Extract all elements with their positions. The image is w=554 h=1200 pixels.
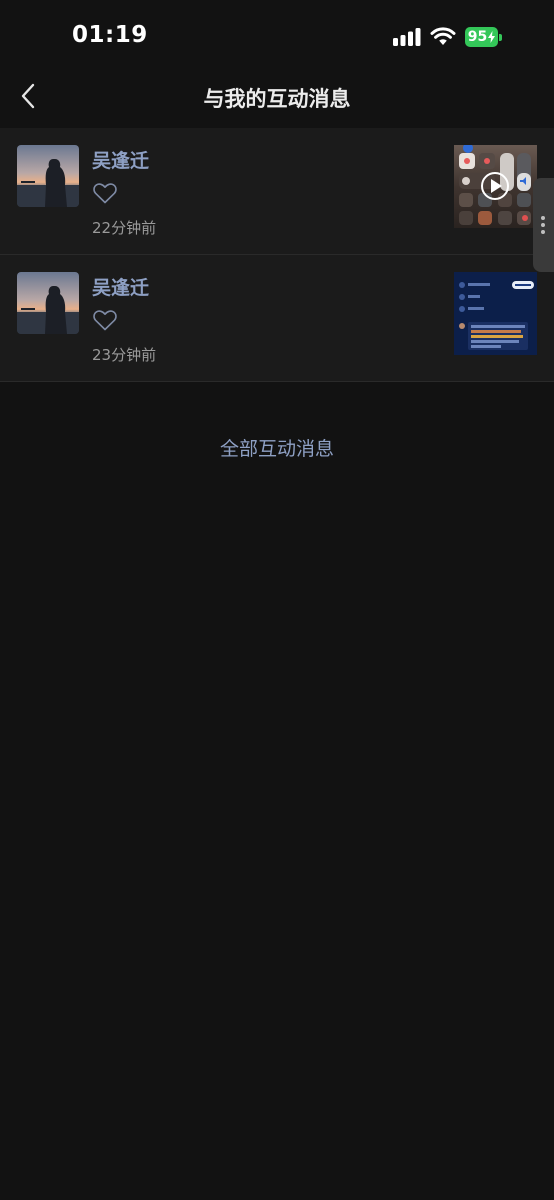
- status-time: 01:19: [72, 22, 148, 48]
- handle-dot: [541, 230, 545, 234]
- user-name[interactable]: 吴逢迁: [92, 273, 149, 300]
- heart-icon: [93, 310, 117, 331]
- nav-bar: 与我的互动消息: [0, 66, 554, 129]
- image-thumbnail[interactable]: [454, 272, 537, 355]
- page-title: 与我的互动消息: [203, 87, 351, 111]
- list-item[interactable]: 吴逢迁 23分钟前: [0, 255, 554, 382]
- handle-dot: [541, 223, 545, 227]
- wifi-icon: [430, 27, 456, 45]
- message-list: 吴逢迁 22分钟前 吴逢迁 23分钟前: [0, 128, 554, 382]
- timestamp: 22分钟前: [92, 219, 157, 237]
- battery-level: 95: [465, 27, 498, 47]
- battery-percent: 95: [467, 29, 488, 45]
- status-bar: 01:19 95: [0, 0, 554, 66]
- list-item[interactable]: 吴逢迁 22分钟前: [0, 128, 554, 255]
- thumbnail-image: [454, 272, 537, 355]
- avatar[interactable]: [17, 145, 79, 207]
- all-interactions-link[interactable]: 全部互动消息: [0, 434, 554, 461]
- battery-cap: [499, 34, 502, 41]
- avatar-photo: [17, 145, 79, 207]
- charging-bolt-icon: [488, 31, 496, 43]
- thumbnail-image: [454, 145, 537, 228]
- battery-indicator: 95: [465, 27, 503, 47]
- user-name[interactable]: 吴逢迁: [92, 146, 149, 173]
- avatar-photo: [17, 272, 79, 334]
- side-drawer-handle[interactable]: [533, 178, 554, 272]
- cellular-signal-icon: [393, 28, 421, 46]
- handle-dot: [541, 216, 545, 220]
- heart-icon: [93, 183, 117, 204]
- video-thumbnail[interactable]: [454, 145, 537, 228]
- timestamp: 23分钟前: [92, 346, 157, 364]
- avatar[interactable]: [17, 272, 79, 334]
